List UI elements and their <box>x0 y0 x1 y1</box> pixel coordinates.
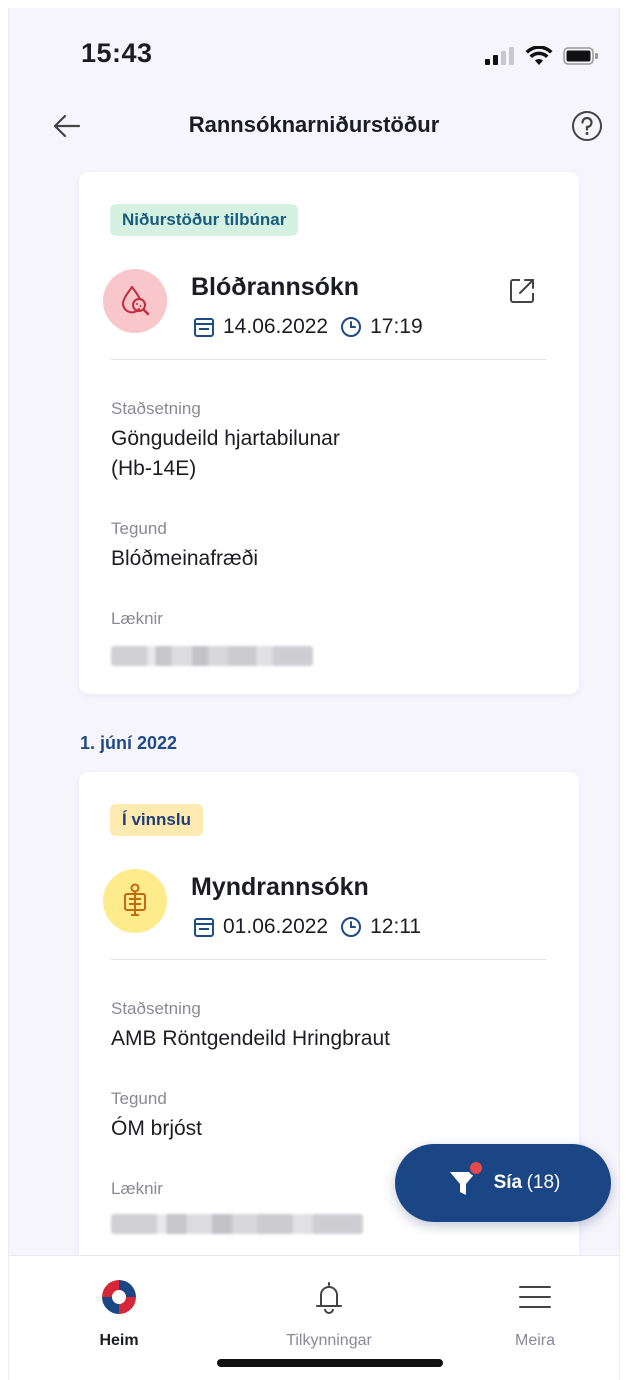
status-badge: Í vinnslu <box>110 804 203 836</box>
blood-drop-magnifier-icon <box>103 269 167 333</box>
signal-icon <box>485 47 514 65</box>
filter-button[interactable]: Sía (18) <box>395 1144 611 1222</box>
result-title: Blóðrannsókn <box>191 273 360 301</box>
home-indicator <box>217 1359 443 1367</box>
page-title: Rannsóknarniðurstöður <box>188 112 440 137</box>
app-screen: 15:43 Rannsóknarniðurstöður Niðurstöður … <box>8 8 620 1380</box>
battery-icon <box>563 47 598 65</box>
nav-label-home: Heim <box>99 1332 139 1349</box>
calendar-icon <box>193 316 215 338</box>
location-value: AMB Röntgendeild Hringbraut <box>111 1027 390 1050</box>
doctor-label: Læknir <box>111 1179 163 1198</box>
status-badge: Niðurstöður tilbúnar <box>110 204 299 236</box>
result-time: 17:19 <box>370 315 423 338</box>
nav-label-notifications: Tilkynningar <box>286 1332 372 1349</box>
clock-icon <box>340 316 362 338</box>
filter-label: Sía <box>493 1172 523 1193</box>
type-label: Tegund <box>111 519 167 538</box>
location-label: Staðsetning <box>111 999 201 1018</box>
section-date: 1. júní 2022 <box>80 733 178 753</box>
result-title: Myndrannsókn <box>191 873 369 901</box>
external-link-icon <box>510 279 534 303</box>
menu-icon <box>455 1276 615 1318</box>
nav-label-more: Meira <box>514 1332 555 1349</box>
type-value: ÓM brjóst <box>111 1117 203 1140</box>
open-result-button[interactable] <box>505 274 539 308</box>
result-date: 14.06.2022 <box>223 315 329 338</box>
doctor-label: Læknir <box>111 609 163 628</box>
nav-item-home[interactable]: Heim <box>39 1256 199 1350</box>
funnel-icon <box>446 1160 484 1200</box>
divider <box>111 959 547 960</box>
wifi-icon <box>525 46 553 65</box>
divider <box>111 359 547 360</box>
result-datetime: 01.06.2022 12:11 <box>193 915 421 939</box>
type-value: Blóðmeinafræði <box>111 547 259 570</box>
result-card[interactable]: Niðurstöður tilbúnar Blóðrannsókn 14.06.… <box>79 172 579 694</box>
question-circle-icon <box>572 111 602 141</box>
body-scan-icon <box>103 869 167 933</box>
result-datetime: 14.06.2022 17:19 <box>193 315 423 339</box>
location-line-1: Göngudeild hjartabilunar <box>111 427 340 450</box>
calendar-icon <box>193 916 215 938</box>
notification-dot <box>467 1160 484 1176</box>
filter-count: (18) <box>526 1172 561 1193</box>
status-time: 15:43 <box>81 38 153 68</box>
cross-logo-icon <box>39 1276 199 1318</box>
result-date: 01.06.2022 <box>223 915 329 938</box>
nav-item-more[interactable]: Meira <box>455 1256 615 1350</box>
doctor-name-redacted <box>111 646 313 666</box>
location-line-2: (Hb-14E) <box>111 457 197 480</box>
nav-item-notifications[interactable]: Tilkynningar <box>249 1256 409 1350</box>
type-label: Tegund <box>111 1089 167 1108</box>
status-icons <box>485 46 599 66</box>
location-label: Staðsetning <box>111 399 201 418</box>
location-value: Göngudeild hjartabilunar (Hb-14E) <box>111 424 551 484</box>
clock-icon <box>340 916 362 938</box>
doctor-name-redacted <box>111 1214 363 1234</box>
help-button[interactable] <box>569 108 605 144</box>
result-time: 12:11 <box>370 915 422 938</box>
bell-icon <box>249 1276 409 1318</box>
